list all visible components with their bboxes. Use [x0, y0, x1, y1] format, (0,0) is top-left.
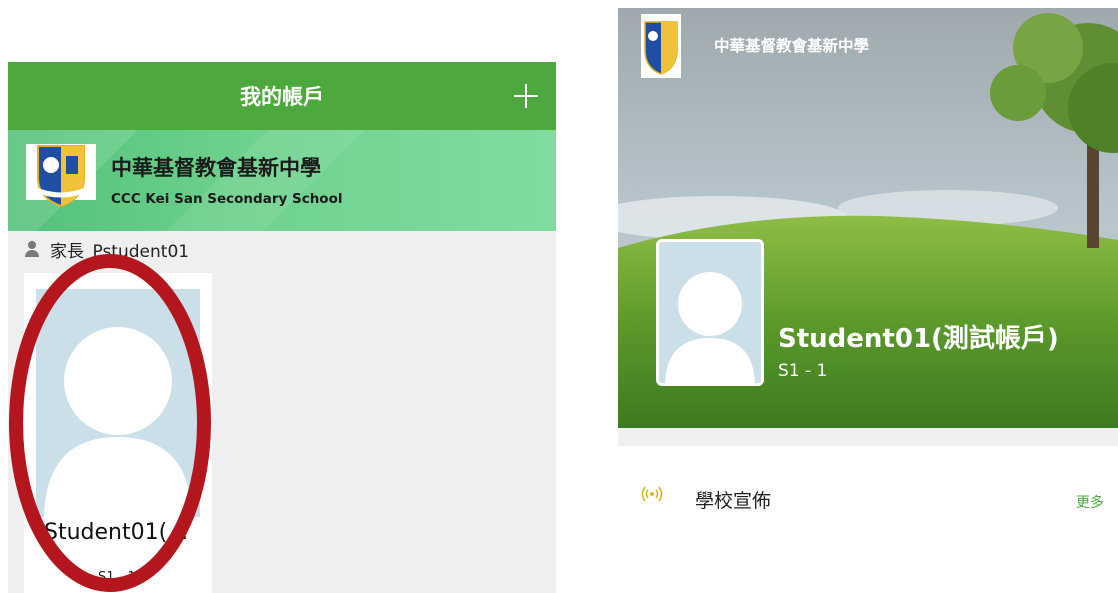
- avatar-placeholder-icon[interactable]: [656, 239, 764, 386]
- announcement-title: 學校宣佈: [695, 490, 772, 512]
- section-divider: [618, 428, 1118, 446]
- student-home-screen: 中華基督教會基新中學 Student01(測試帳戶) S1 - 1 學校宣佈 更…: [618, 8, 1118, 593]
- school-name-en: CCC Kei San Secondary School: [111, 191, 343, 207]
- student-card[interactable]: Student01(... S1 - 1: [24, 273, 212, 593]
- school-name-zh: 中華基督教會基新中學: [111, 156, 321, 180]
- student-class: S1 - 1: [778, 361, 828, 381]
- broadcast-icon: [641, 486, 663, 502]
- more-link[interactable]: 更多: [1076, 492, 1104, 512]
- school-banner: 中華基督教會基新中學 CCC Kei San Secondary School: [8, 130, 556, 231]
- account-name: 家長_Pstudent01: [50, 241, 190, 262]
- page-title: 我的帳戶: [240, 85, 324, 109]
- plus-icon[interactable]: [512, 82, 540, 110]
- student-name: Student01(測試帳戶): [778, 324, 1059, 354]
- school-crest-icon: [641, 14, 681, 78]
- student-card-class: S1 - 1: [98, 570, 136, 585]
- school-name: 中華基督教會基新中學: [714, 37, 870, 55]
- avatar-placeholder-icon: [36, 289, 200, 517]
- header-bar: 我的帳戶: [8, 62, 556, 130]
- parent-account-label: 家長_Pstudent01: [24, 237, 190, 262]
- user-icon: [24, 241, 40, 257]
- school-announcement-row[interactable]: 學校宣佈 更多: [618, 446, 1118, 546]
- hero-banner: 中華基督教會基新中學 Student01(測試帳戶) S1 - 1: [618, 8, 1118, 428]
- school-crest-icon: [26, 144, 96, 208]
- student-card-name: Student01(...: [44, 520, 189, 545]
- my-account-screen: 我的帳戶 中華基督教會基新中學 CCC Kei San Secondary Sc…: [8, 62, 556, 593]
